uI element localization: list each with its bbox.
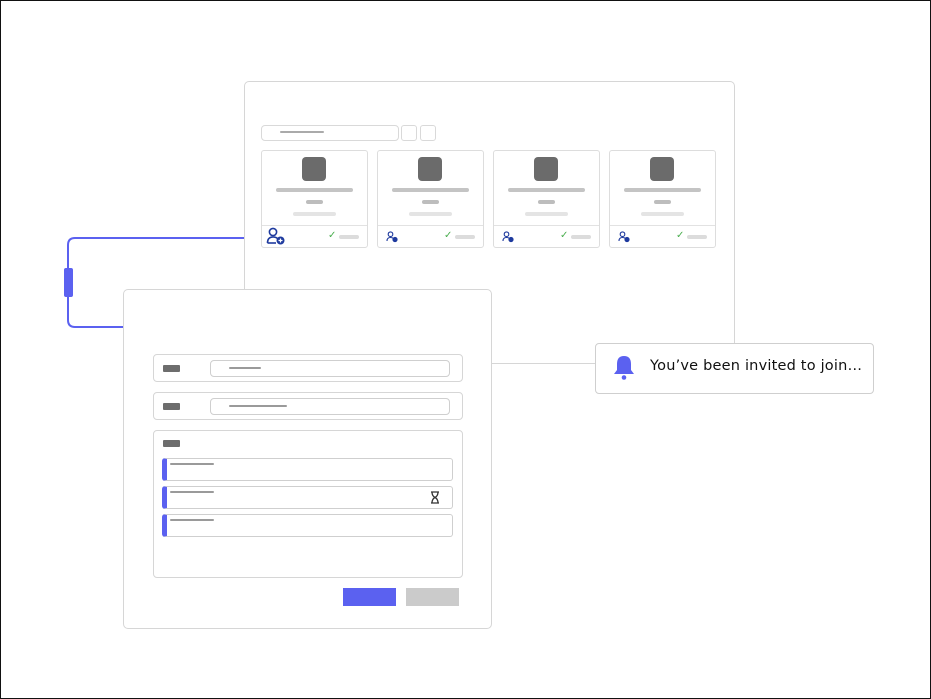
card-role-placeholder	[306, 200, 323, 204]
role-field[interactable]	[210, 398, 450, 415]
search-placeholder	[280, 131, 324, 133]
item-placeholder	[170, 463, 214, 465]
card-name-placeholder	[624, 188, 701, 192]
filter-button[interactable]	[401, 125, 417, 141]
field-label	[163, 365, 180, 372]
card-meta-placeholder	[409, 212, 452, 216]
list-label	[163, 440, 180, 447]
card-role-placeholder	[538, 200, 555, 204]
card-meta-placeholder	[293, 212, 336, 216]
card-divider	[378, 225, 483, 226]
avatar	[418, 157, 442, 181]
avatar	[302, 157, 326, 181]
status-placeholder	[571, 235, 591, 239]
field-placeholder	[229, 367, 261, 369]
hourglass-icon	[431, 491, 439, 504]
bell-icon	[614, 356, 634, 380]
item-placeholder	[170, 491, 214, 493]
add-user-icon[interactable]	[502, 231, 514, 243]
card-meta-placeholder	[641, 212, 684, 216]
options-button[interactable]	[420, 125, 436, 141]
field-placeholder	[229, 405, 287, 407]
list-item[interactable]	[162, 514, 453, 537]
check-icon: ✓	[444, 230, 453, 241]
add-user-icon[interactable]	[618, 231, 630, 243]
card-divider	[610, 225, 715, 226]
status-placeholder	[339, 235, 359, 239]
card-name-placeholder	[392, 188, 469, 192]
card-name-placeholder	[276, 188, 353, 192]
user-card[interactable]: ✓	[377, 150, 484, 248]
card-meta-placeholder	[525, 212, 568, 216]
card-name-placeholder	[508, 188, 585, 192]
user-card[interactable]: ✓	[493, 150, 600, 248]
link-connector-handle	[64, 268, 73, 297]
user-card[interactable]: ✓	[609, 150, 716, 248]
card-divider	[494, 225, 599, 226]
send-invite-button[interactable]	[343, 588, 396, 606]
check-icon: ✓	[328, 230, 337, 241]
user-card[interactable]: ✓	[261, 150, 368, 248]
item-placeholder	[170, 519, 214, 521]
email-field[interactable]	[210, 360, 450, 377]
card-role-placeholder	[654, 200, 671, 204]
check-icon: ✓	[560, 230, 569, 241]
field-label	[163, 403, 180, 410]
list-item[interactable]	[162, 486, 453, 509]
search-input[interactable]	[261, 125, 399, 141]
cancel-button[interactable]	[406, 588, 459, 606]
status-placeholder	[455, 235, 475, 239]
check-icon: ✓	[676, 230, 685, 241]
status-placeholder	[687, 235, 707, 239]
card-divider	[262, 225, 367, 226]
notification-toast[interactable]: You’ve been invited to join…	[595, 343, 874, 394]
avatar	[534, 157, 558, 181]
add-user-icon[interactable]	[266, 227, 286, 246]
card-role-placeholder	[422, 200, 439, 204]
avatar	[650, 157, 674, 181]
list-item[interactable]	[162, 458, 453, 481]
notification-text: You’ve been invited to join…	[650, 358, 863, 374]
add-user-icon[interactable]	[386, 231, 398, 243]
